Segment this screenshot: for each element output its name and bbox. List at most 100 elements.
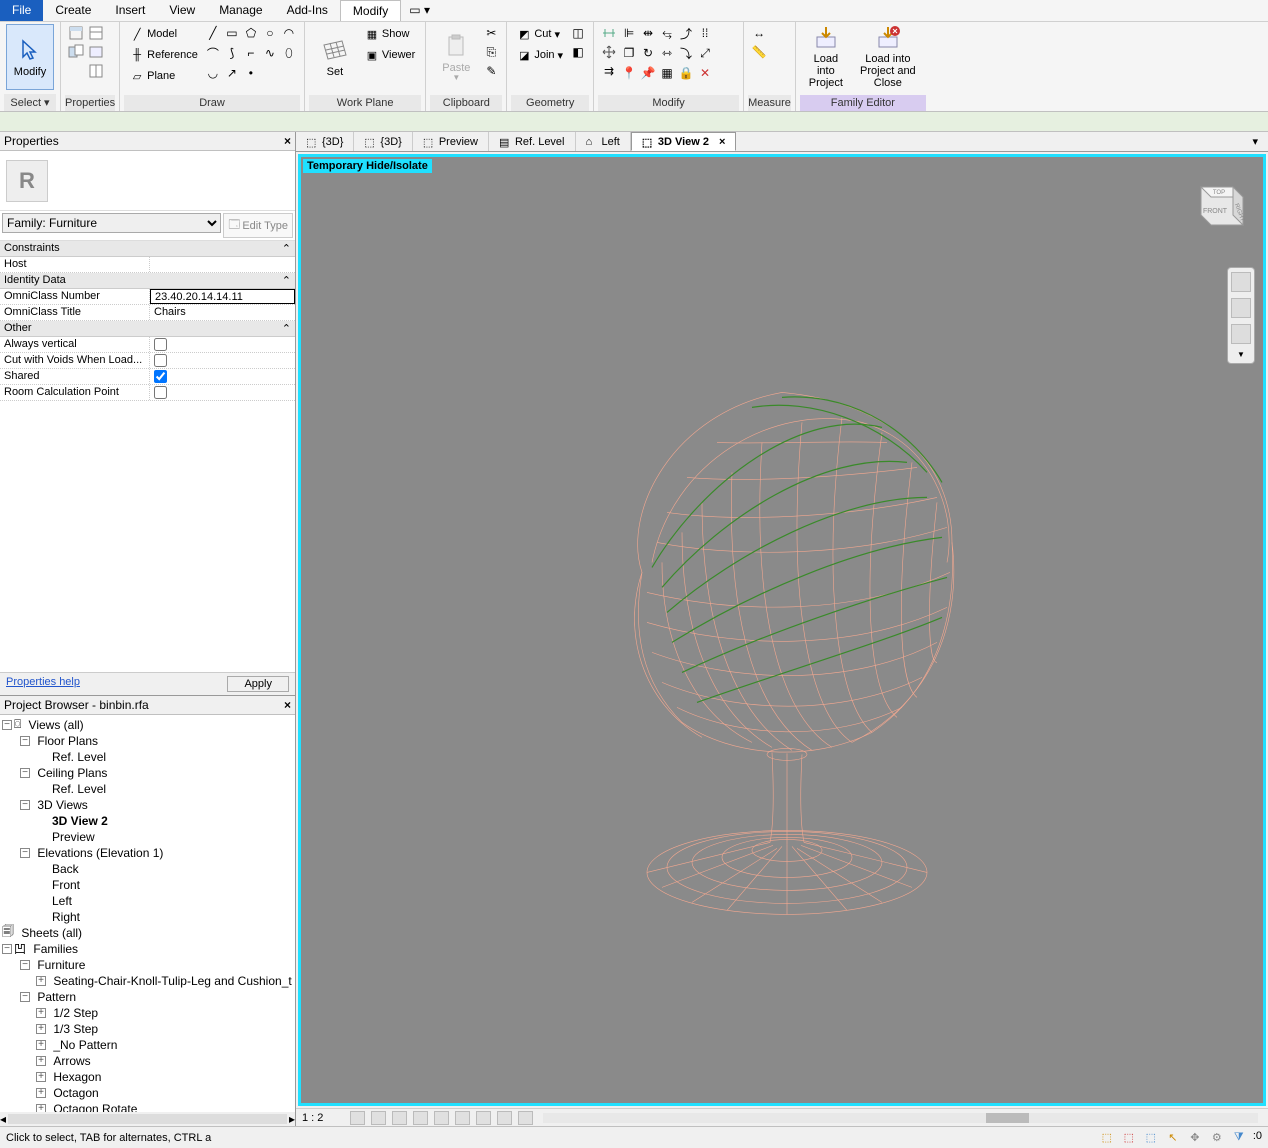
prop-shared[interactable]: Shared xyxy=(0,369,295,385)
group-other[interactable]: Other⌃ xyxy=(0,321,295,337)
draw-arc2-icon[interactable]: ⌒ xyxy=(204,44,222,62)
room-calc-checkbox[interactable] xyxy=(154,386,167,399)
menu-manage[interactable]: Manage xyxy=(207,0,274,21)
move-icon[interactable] xyxy=(600,43,618,61)
select-pinned-icon[interactable]: ⬚ xyxy=(1143,1130,1159,1146)
cut-voids-checkbox[interactable] xyxy=(154,354,167,367)
tree-toggle[interactable]: + xyxy=(36,1024,46,1034)
properties-close-icon[interactable]: × xyxy=(284,134,291,148)
menu-create[interactable]: Create xyxy=(43,0,103,21)
vc-reveal-icon[interactable] xyxy=(518,1111,533,1125)
menu-file[interactable]: File xyxy=(0,0,43,21)
background-icon[interactable]: ⚙ xyxy=(1209,1130,1225,1146)
array-icon[interactable]: ⁞⁞ xyxy=(696,24,714,42)
trim-icon[interactable]: ⤴ xyxy=(677,24,695,42)
vc-crop-region-icon[interactable] xyxy=(455,1111,470,1125)
tree-toggle[interactable]: + xyxy=(36,976,46,986)
tree-toggle[interactable]: + xyxy=(36,1088,46,1098)
project-units-icon[interactable] xyxy=(87,62,105,80)
tree-toggle[interactable]: + xyxy=(36,1040,46,1050)
split-face-icon[interactable]: ◧ xyxy=(569,43,587,61)
extend-icon[interactable]: ⤵ xyxy=(677,44,695,62)
copy-mod-icon[interactable]: ❐ xyxy=(620,44,638,62)
offset-icon[interactable]: ⇉ xyxy=(600,62,618,80)
draw-partial-ellipse-icon[interactable]: ◡ xyxy=(204,64,222,82)
view-tab-preview[interactable]: ⬚Preview xyxy=(413,132,489,151)
vc-lock-icon[interactable] xyxy=(476,1111,491,1125)
view-tabs-overflow[interactable]: ▾ xyxy=(1242,132,1268,151)
shared-checkbox[interactable] xyxy=(154,370,167,383)
menu-view[interactable]: View xyxy=(157,0,207,21)
zoom-icon[interactable] xyxy=(1231,324,1251,344)
match-icon[interactable]: ✎ xyxy=(482,62,500,80)
draw-point-icon[interactable]: • xyxy=(242,64,260,82)
draw-spline-icon[interactable]: ∿ xyxy=(261,44,279,62)
apply-button[interactable]: Apply xyxy=(227,676,289,692)
close-tab-icon[interactable]: × xyxy=(719,136,725,148)
view-tab-3d-1[interactable]: ⬚{3D} xyxy=(296,132,354,151)
tree-toggle[interactable]: + xyxy=(36,1008,46,1018)
load-into-project-button[interactable]: Load into Project xyxy=(802,24,850,90)
menu-modify[interactable]: Modify xyxy=(340,0,401,21)
activate-dim-icon[interactable] xyxy=(600,24,618,42)
vc-crop-icon[interactable] xyxy=(434,1111,449,1125)
viewport-3d[interactable]: Temporary Hide/Isolate TOP FRONT RIGHT ▼ xyxy=(298,154,1266,1106)
group-identity[interactable]: Identity Data⌃ xyxy=(0,273,295,289)
family-select[interactable]: Family: Furniture xyxy=(2,213,221,233)
vc-temp-hide-icon[interactable] xyxy=(497,1111,512,1125)
view-tab-3d-2[interactable]: ⬚{3D} xyxy=(354,132,412,151)
tree-toggle[interactable]: − xyxy=(2,944,12,954)
view-scrollbar[interactable] xyxy=(543,1113,1258,1123)
group-icon[interactable]: ▦ xyxy=(658,64,676,82)
tree-toggle[interactable]: − xyxy=(20,800,30,810)
draw-polygon-icon[interactable]: ⬠ xyxy=(242,24,260,42)
menu-overflow[interactable]: ▭ ▾ xyxy=(401,0,438,21)
properties-help-link[interactable]: Properties help xyxy=(6,676,80,692)
delete-icon[interactable]: ✕ xyxy=(696,64,714,82)
drag-elements-icon[interactable]: ✥ xyxy=(1187,1130,1203,1146)
view-tab-ref-level[interactable]: ▤Ref. Level xyxy=(489,132,576,151)
prop-room-calc[interactable]: Room Calculation Point xyxy=(0,385,295,401)
model-line-button[interactable]: ╱Model xyxy=(126,24,202,44)
modify-button[interactable]: Modify xyxy=(6,24,54,90)
filter-icon[interactable]: ⧩ xyxy=(1231,1130,1247,1146)
select-underlay-icon[interactable]: ⬚ xyxy=(1121,1130,1137,1146)
draw-arc-icon[interactable]: ◠ xyxy=(280,24,298,42)
cope-icon[interactable]: ◫ xyxy=(569,24,587,42)
draw-ellipse-icon[interactable]: ⬯ xyxy=(280,44,298,62)
join-geometry-button[interactable]: ◪Join ▾ xyxy=(513,45,567,65)
project-browser-tree[interactable]: −⌼ Views (all) − Floor Plans Ref. Level … xyxy=(0,715,295,1113)
split-icon[interactable]: ⥃ xyxy=(658,24,676,42)
tree-scroll[interactable]: ◂▸ xyxy=(0,1112,295,1126)
family-types-icon[interactable] xyxy=(87,24,105,42)
vc-shadows-icon[interactable] xyxy=(413,1111,428,1125)
tree-toggle[interactable]: + xyxy=(36,1056,46,1066)
pin-icon[interactable]: 📍 xyxy=(620,64,638,82)
project-browser-close-icon[interactable]: × xyxy=(284,698,291,712)
tree-toggle[interactable]: − xyxy=(2,720,12,730)
properties-icon[interactable] xyxy=(67,24,85,42)
type-properties-icon[interactable] xyxy=(67,43,85,61)
rotate-icon[interactable]: ↻ xyxy=(639,44,657,62)
menu-insert[interactable]: Insert xyxy=(103,0,157,21)
chair-wireframe-model[interactable] xyxy=(552,332,1012,952)
group-constraints[interactable]: Constraints⌃ xyxy=(0,241,295,257)
tree-toggle[interactable]: − xyxy=(20,768,30,778)
select-links-icon[interactable]: ⬚ xyxy=(1099,1130,1115,1146)
draw-line-icon[interactable]: ╱ xyxy=(204,24,222,42)
view-tab-3dview2[interactable]: ⬚3D View 2× xyxy=(631,132,737,151)
vc-detail-icon[interactable] xyxy=(350,1111,365,1125)
draw-arc3-icon[interactable]: ⟆ xyxy=(223,44,241,62)
family-category-icon[interactable] xyxy=(87,43,105,61)
tree-toggle[interactable]: − xyxy=(20,992,30,1002)
load-into-project-close-button[interactable]: Load into Project and Close xyxy=(852,24,924,90)
show-workplane-button[interactable]: ▦Show xyxy=(361,24,419,44)
set-workplane-button[interactable]: Set xyxy=(311,24,359,90)
reference-line-button[interactable]: ╫Reference xyxy=(126,45,202,65)
tree-toggle[interactable]: − xyxy=(20,848,30,858)
scale-icon[interactable]: ⤢ xyxy=(696,44,714,62)
unpin-icon[interactable]: 📌 xyxy=(639,64,657,82)
reference-plane-button[interactable]: ▱Plane xyxy=(126,66,202,86)
vc-visual-style-icon[interactable] xyxy=(371,1111,386,1125)
view-scale[interactable]: 1 : 2 xyxy=(302,1112,344,1124)
